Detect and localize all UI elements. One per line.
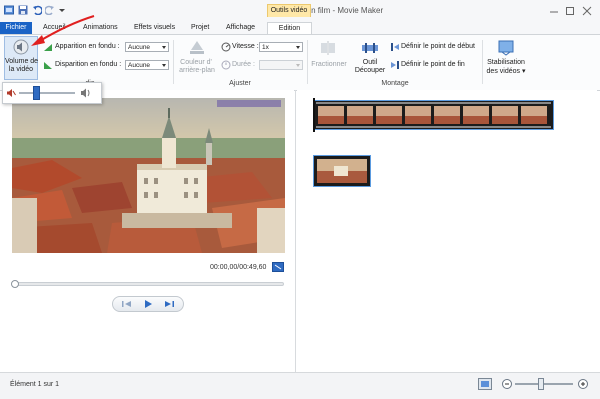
playhead[interactable] (313, 98, 315, 132)
play-icon (145, 300, 152, 308)
clip-filmstrip (316, 102, 551, 128)
separator (482, 40, 483, 84)
trim-tool-label-2[interactable]: Découper (351, 67, 389, 74)
close-icon[interactable] (580, 4, 594, 18)
duration-label: Durée : (232, 61, 255, 68)
save-icon[interactable] (18, 5, 28, 15)
set-start-icon (390, 42, 400, 54)
fade-out-select[interactable]: Aucune (125, 60, 169, 70)
next-frame-icon (165, 301, 174, 307)
app-icon (4, 5, 14, 15)
window-title: Mon film - Movie Maker (300, 6, 384, 15)
speed-label: Vitesse : (232, 43, 259, 50)
separator (173, 40, 174, 84)
storyboard-thumbnail[interactable] (313, 155, 371, 187)
trim-tool-icon (361, 40, 379, 58)
split-button[interactable]: Fractionner (311, 61, 347, 68)
volume-button-label-1: Volume de (5, 58, 39, 65)
duration-select[interactable] (259, 60, 303, 70)
storyboard-pane (297, 90, 597, 372)
group-label-edit: Montage (381, 80, 409, 87)
seek-bar[interactable] (13, 282, 284, 286)
separator (307, 40, 308, 84)
previous-frame-icon (122, 301, 131, 307)
set-start-button[interactable]: Définir le point de début (401, 43, 475, 50)
fade-out-icon (43, 60, 53, 72)
volume-track[interactable] (19, 92, 75, 94)
stabilization-icon (496, 39, 516, 59)
trim-tool-label-1: Outil (362, 59, 378, 66)
background-color-label-1: Couleur d' (180, 59, 212, 66)
tab-affichage[interactable]: Affichage (220, 22, 261, 34)
storyboard-view-icon[interactable] (478, 378, 492, 392)
background-color-label-2[interactable]: arrière-plan (174, 67, 220, 74)
group-label-adjust: Ajuster (229, 80, 251, 87)
pane-divider[interactable] (295, 90, 296, 372)
fullscreen-icon[interactable] (272, 262, 284, 274)
stabilization-label-2: des vidéos (486, 68, 520, 75)
status-text: Élément 1 sur 1 (10, 381, 60, 388)
volume-popup (2, 82, 102, 104)
thumbnail-image (317, 159, 367, 183)
speed-select[interactable]: 1x (259, 42, 303, 52)
tab-effets-visuels[interactable]: Effets visuels (128, 22, 181, 34)
stabilization-button[interactable]: des vidéos ▾ (484, 67, 528, 75)
speaker-icon (13, 39, 29, 57)
speed-icon (221, 42, 231, 54)
video-preview[interactable] (12, 98, 285, 253)
fade-in-value: Aucune (128, 44, 151, 51)
speed-value: 1x (262, 44, 269, 51)
zoom-slider-thumb[interactable] (538, 378, 545, 390)
previous-frame-button[interactable] (116, 298, 138, 310)
time-readout: 00:00,00/00:49,60 (210, 264, 267, 271)
fade-out-label: Disparition en fondu : (55, 61, 122, 68)
fade-out-value: Aucune (128, 62, 151, 69)
play-button[interactable] (137, 298, 159, 310)
volume-slider-thumb[interactable] (32, 86, 40, 100)
tab-projet[interactable]: Projet (185, 22, 215, 34)
contextual-group-label: Outils vidéo (267, 4, 311, 17)
city-video-frame (12, 98, 285, 253)
stabilization-label-1: Stabilisation (487, 59, 525, 66)
background-color-icon (188, 38, 206, 58)
zoom-out-icon[interactable] (502, 379, 512, 391)
max-volume-icon[interactable] (80, 87, 92, 101)
split-icon (320, 40, 336, 58)
next-frame-button[interactable] (158, 298, 180, 310)
volume-button-label-2: la vidéo (8, 66, 34, 73)
set-end-button[interactable]: Définir le point de fin (401, 61, 465, 68)
minimize-icon[interactable] (547, 4, 561, 18)
timeline-clip[interactable] (313, 100, 554, 130)
zoom-in-icon[interactable] (578, 379, 588, 391)
fade-in-select[interactable]: Aucune (125, 42, 169, 52)
maximize-icon[interactable] (563, 4, 577, 18)
annotation-arrow (28, 14, 96, 50)
mute-icon[interactable] (6, 88, 16, 100)
set-end-icon (390, 60, 400, 72)
duration-icon (221, 60, 231, 72)
seek-thumb[interactable] (11, 280, 19, 288)
